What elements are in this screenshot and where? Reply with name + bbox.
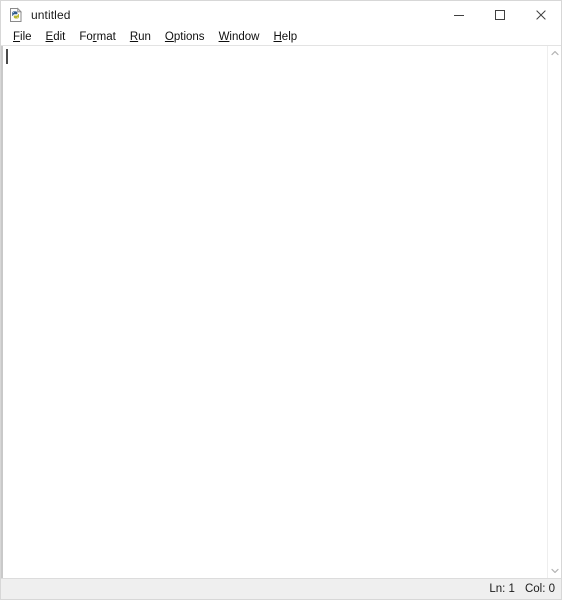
menu-bar: File Edit Format Run Options Window Help (1, 28, 561, 46)
chevron-up-icon[interactable] (548, 46, 561, 60)
text-editor[interactable] (3, 46, 547, 578)
menu-item-format[interactable]: Format (72, 29, 122, 45)
menu-item-run[interactable]: Run (123, 29, 158, 45)
editor-pane[interactable] (1, 46, 547, 578)
text-caret (6, 49, 8, 64)
idle-editor-window: untitled File Edit Format Run Options Wi… (0, 0, 562, 600)
close-button[interactable] (520, 1, 561, 28)
vertical-scrollbar[interactable] (547, 46, 561, 578)
menu-item-help[interactable]: Help (266, 29, 304, 45)
window-controls (438, 1, 561, 28)
menu-item-options[interactable]: Options (158, 29, 212, 45)
title-bar[interactable]: untitled (1, 1, 561, 28)
chevron-down-icon[interactable] (548, 564, 561, 578)
menu-item-window[interactable]: Window (212, 29, 267, 45)
status-line-indicator: Ln: 1 (489, 583, 515, 595)
menu-item-file[interactable]: File (6, 29, 39, 45)
scrollbar-track[interactable] (548, 60, 561, 564)
idle-python-document-icon (8, 7, 24, 23)
editor-area (1, 46, 561, 578)
minimize-button[interactable] (438, 1, 479, 28)
menu-item-edit[interactable]: Edit (39, 29, 73, 45)
window-title: untitled (31, 7, 71, 22)
maximize-button[interactable] (479, 1, 520, 28)
status-column-indicator: Col: 0 (524, 583, 555, 595)
title-bar-left: untitled (1, 6, 438, 23)
status-bar: Ln: 1 Col: 0 (1, 578, 561, 599)
